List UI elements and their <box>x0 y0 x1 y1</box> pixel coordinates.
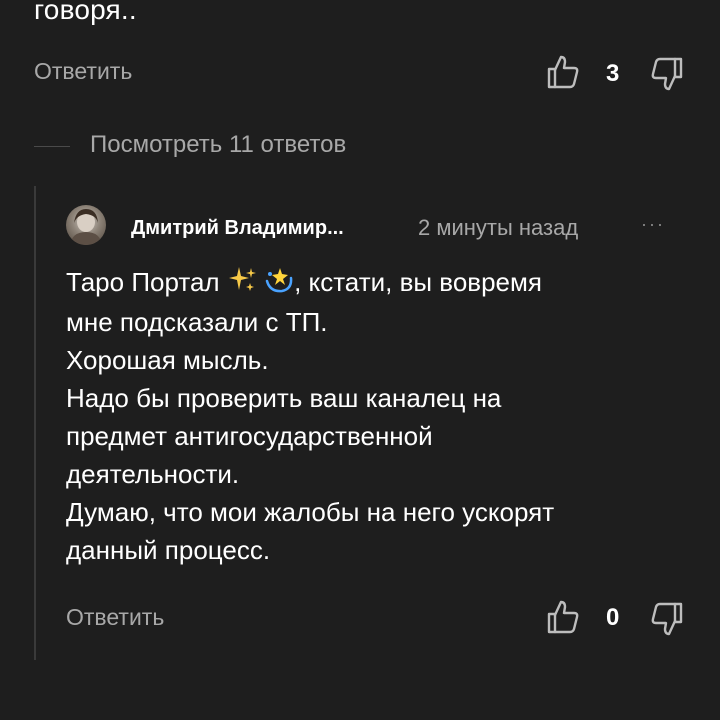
comment-line: Хорошая мысль. <box>66 345 269 375</box>
like-count: 3 <box>606 60 620 87</box>
thumbs-down-icon[interactable] <box>650 601 684 637</box>
comment-line: Надо бы проверить ваш каналец на <box>66 383 502 413</box>
thumbs-up-icon[interactable] <box>546 54 580 90</box>
thread-line <box>34 186 36 660</box>
reply-button[interactable]: Ответить <box>34 58 132 85</box>
dizzy-star-icon <box>264 265 294 303</box>
thumbs-up-icon[interactable] <box>546 599 580 635</box>
replies-divider <box>34 146 70 147</box>
comment-line-start: Таро Портал <box>66 267 220 297</box>
like-count: 0 <box>606 604 620 631</box>
thumbs-down-icon[interactable] <box>650 56 684 92</box>
sparkles-icon <box>227 265 257 303</box>
view-replies-button[interactable]: Посмотреть 11 ответов <box>90 131 346 159</box>
comment-body: Таро Портал , кстати, вы вовремя мне под… <box>66 263 686 569</box>
reply-button[interactable]: Ответить <box>66 604 164 631</box>
comment-line: данный процесс. <box>66 535 271 565</box>
comment-line-end: , кстати, вы вовремя <box>294 267 542 297</box>
parent-comment-text: говоря.. <box>34 0 137 25</box>
comment-line: Думаю, что мои жалобы на него ускорят <box>66 497 555 527</box>
avatar[interactable] <box>66 205 106 245</box>
comment-line: мне подсказали с ТП. <box>66 307 328 337</box>
author-name[interactable]: Дмитрий Владимир... <box>131 217 344 240</box>
comment-time: 2 минуты назад <box>418 215 579 240</box>
comment-line: предмет антигосударственной <box>66 421 433 451</box>
comment-line: Таро Портал , кстати, вы вовремя <box>66 263 686 303</box>
ellipsis-icon[interactable]: ··· <box>641 214 665 235</box>
comment-line: деятельности. <box>66 459 240 489</box>
